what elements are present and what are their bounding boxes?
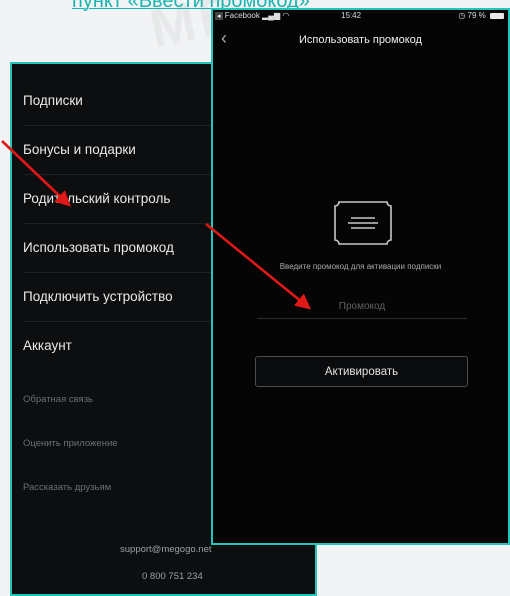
menu-item-tell-friends[interactable]: Рассказать друзьям — [23, 482, 111, 493]
promocode-input[interactable] — [257, 294, 467, 319]
support-phone[interactable]: 0 800 751 234 — [142, 571, 203, 582]
activate-button[interactable]: Активировать — [255, 356, 468, 387]
page-title: Использовать промокод — [299, 34, 422, 46]
signal-icon: ▂▄▆ — [262, 11, 281, 20]
support-email[interactable]: support@megogo.net — [120, 544, 212, 555]
right-phone-screen: ◂ Facebook ▂▄▆ ◠ 15:42 ◷ 79 % ‹ Использо… — [211, 8, 510, 545]
status-bar: ◂ Facebook ▂▄▆ ◠ 15:42 ◷ 79 % — [213, 10, 508, 22]
promocode-hint: Введите промокод для активации подписки — [279, 262, 442, 271]
battery-icon — [490, 12, 504, 19]
back-app-icon: ◂ — [215, 12, 223, 20]
menu-item-rate-app[interactable]: Оценить приложение — [23, 438, 118, 449]
status-time: 15:42 — [341, 11, 362, 20]
wifi-icon: ◠ — [282, 11, 290, 20]
status-battery: ◷ 79 % — [458, 11, 504, 20]
alarm-icon: ◷ — [458, 11, 466, 20]
status-back-app[interactable]: ◂ Facebook ▂▄▆ ◠ — [215, 11, 289, 20]
menu-item-feedback[interactable]: Обратная связь — [23, 394, 93, 405]
ticket-icon — [334, 201, 392, 245]
